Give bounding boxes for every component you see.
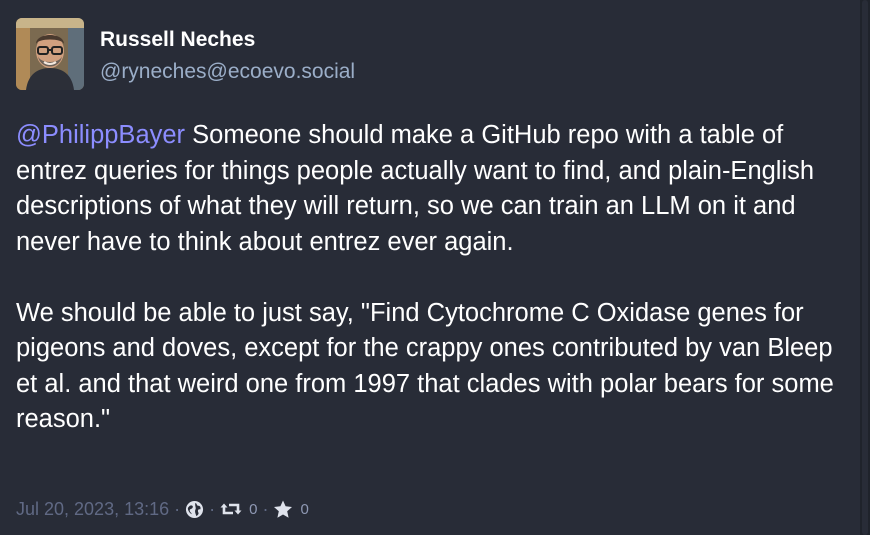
mention-link[interactable]: @PhilippBayer <box>16 121 185 149</box>
post-paragraph-1: @PhilippBayer Someone should make a GitH… <box>16 118 846 260</box>
scrollbar-thumb[interactable] <box>862 0 868 535</box>
boost-button[interactable]: 0 <box>220 501 257 518</box>
favourite-count: 0 <box>300 500 309 518</box>
avatar[interactable] <box>16 18 84 90</box>
globe-icon[interactable] <box>185 500 204 519</box>
author-display-name[interactable]: Russell Neches <box>100 27 255 53</box>
post-content: @PhilippBayer Someone should make a GitH… <box>16 118 846 438</box>
post-paragraph-2: We should be able to just say, "Find Cyt… <box>16 298 834 434</box>
boost-count: 0 <box>249 500 258 518</box>
post-meta-bar: Jul 20, 2023, 13:16 · · 0 · 0 <box>16 496 309 522</box>
boost-icon <box>220 501 242 517</box>
author-handle[interactable]: @ryneches@ecoevo.social <box>100 59 355 85</box>
status-card: Russell Neches @ryneches@ecoevo.social @… <box>0 0 860 535</box>
meta-separator: · <box>174 498 181 519</box>
meta-separator: · <box>209 498 216 519</box>
favourite-button[interactable]: 0 <box>273 500 309 519</box>
post-timestamp[interactable]: Jul 20, 2023, 13:16 <box>16 499 169 520</box>
meta-separator: · <box>262 498 269 519</box>
scrollbar[interactable] <box>860 0 870 535</box>
star-icon <box>273 500 293 519</box>
